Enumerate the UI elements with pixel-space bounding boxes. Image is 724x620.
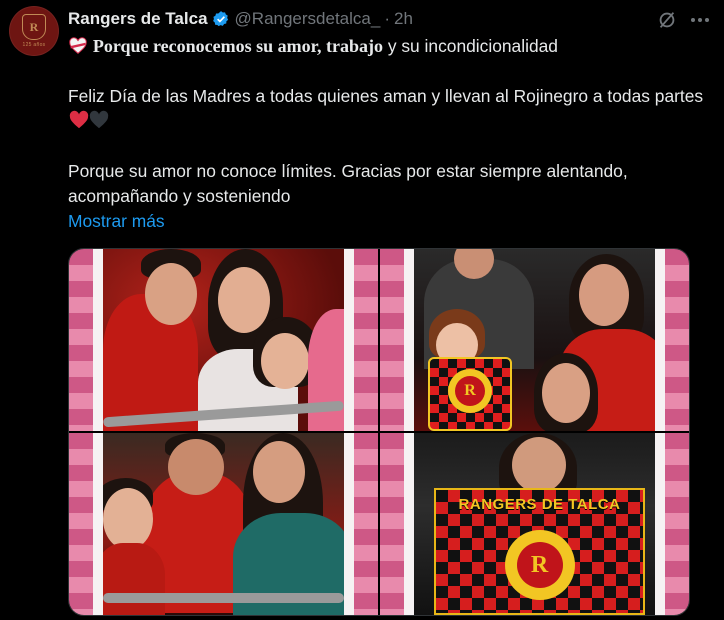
club-crest-icon: R — [22, 14, 46, 40]
white-heart-ribbon-icon — [68, 37, 88, 55]
post-line-1: Porque reconocemos su amor, trabajo y su… — [68, 34, 718, 59]
photo-frame-right — [655, 249, 689, 431]
photo-frame-left — [69, 433, 103, 615]
verified-badge-icon[interactable] — [212, 10, 230, 28]
post-line-1-bold: Porque reconocemos su amor, trabajo — [92, 36, 383, 56]
photo-scene — [103, 249, 344, 431]
red-heart-icon — [68, 110, 89, 129]
photo-frame-left — [380, 433, 414, 615]
post-paragraph-3: Porque su amor no conoce límites. Gracia… — [68, 161, 628, 206]
photo-frame-left — [69, 249, 103, 431]
crest-letter: R — [455, 376, 485, 406]
photo-frame-right — [344, 433, 378, 615]
photo-3[interactable] — [69, 433, 378, 615]
post-text: Porque reconocemos su amor, trabajo y su… — [68, 34, 718, 234]
post-paragraph-2-text: Feliz Día de las Madres a todas quienes … — [68, 86, 704, 106]
handle[interactable]: @Rangersdetalca_ — [235, 9, 381, 29]
club-flag-small: R — [428, 357, 512, 431]
more-options-icon[interactable] — [688, 10, 712, 30]
post-paragraph-2: Feliz Día de las Madres a todas quienes … — [68, 84, 718, 134]
display-name[interactable]: Rangers de Talca — [68, 9, 208, 29]
photo-4[interactable]: RANGERS DE TALCA R — [380, 433, 689, 615]
photo-frame-left — [380, 249, 414, 431]
separator-dot: · — [384, 9, 390, 28]
photo-2[interactable]: R — [380, 249, 689, 431]
photo-1[interactable] — [69, 249, 378, 431]
timestamp[interactable]: 2h — [394, 9, 413, 29]
club-crest-icon: R — [504, 530, 575, 600]
photo-frame-right — [344, 249, 378, 431]
crest-letter: R — [516, 542, 563, 588]
avatar-crest-letter: R — [29, 19, 39, 34]
grok-icon[interactable] — [656, 9, 678, 31]
media-grid: R RANGERS DE TALCA R — [68, 248, 690, 616]
club-banner: RANGERS DE TALCA R — [434, 488, 645, 615]
show-more-link[interactable]: Mostrar más — [68, 211, 165, 231]
banner-text: RANGERS DE TALCA — [458, 496, 621, 513]
post-header: Rangers de Talca @Rangersdetalca_ · 2h — [68, 8, 714, 30]
photo-scene — [103, 433, 344, 615]
avatar[interactable]: R 125 años — [9, 6, 59, 56]
photo-scene: R — [414, 249, 655, 431]
black-heart-icon — [88, 110, 109, 129]
post-line-1-rest: y su incondicionalidad — [382, 36, 558, 56]
photo-frame-right — [655, 433, 689, 615]
photo-scene: RANGERS DE TALCA R — [414, 433, 655, 615]
avatar-years-text: 125 años — [22, 42, 46, 48]
club-crest-icon: R — [448, 369, 492, 413]
